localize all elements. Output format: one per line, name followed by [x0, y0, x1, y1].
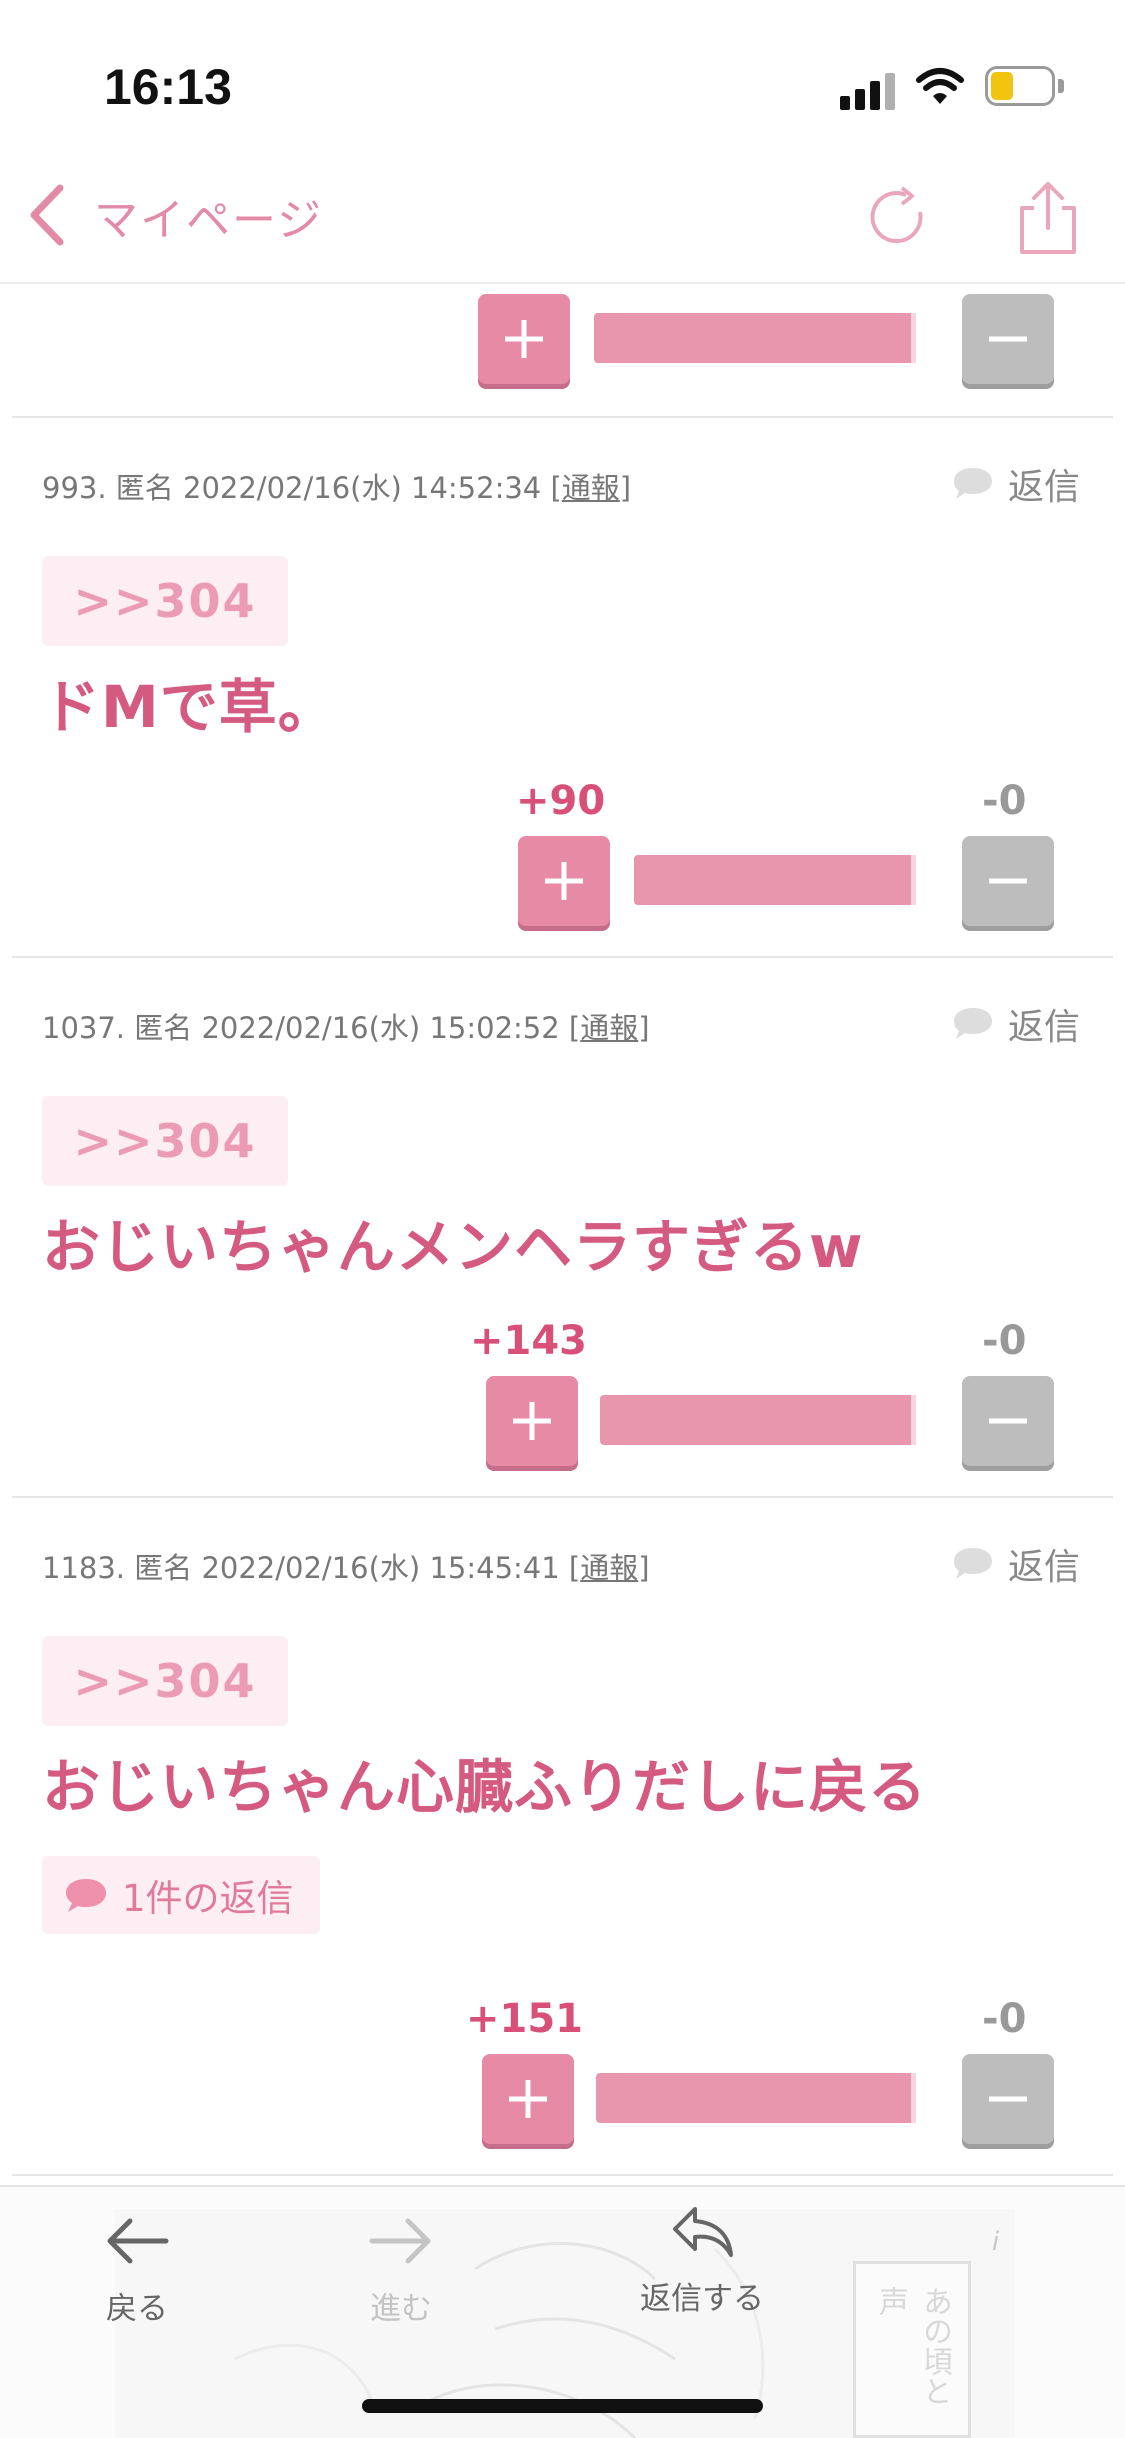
- minus-icon: [989, 878, 1027, 884]
- minus-count: -0: [982, 1318, 1027, 1364]
- anchor-link[interactable]: >>304: [42, 1096, 288, 1186]
- share-icon[interactable]: [1010, 178, 1086, 258]
- toolbar-reply-button[interactable]: 返信する: [640, 2201, 764, 2318]
- reply-label: 返信: [1007, 1547, 1080, 1588]
- nav-back-title[interactable]: マイページ: [94, 184, 323, 248]
- minus-icon: [989, 336, 1027, 342]
- post-meta-suffix: ]: [638, 1011, 650, 1045]
- plus-button[interactable]: [478, 294, 570, 384]
- minus-button[interactable]: [962, 2054, 1054, 2144]
- minus-icon: [989, 2096, 1027, 2102]
- report-link[interactable]: 通報: [580, 1551, 638, 1585]
- minus-button[interactable]: [962, 1376, 1054, 1466]
- plus-icon: [505, 320, 543, 358]
- wifi-icon: [916, 68, 964, 104]
- vote-row-previous: [478, 294, 1054, 386]
- post-meta-suffix: ]: [638, 1551, 650, 1585]
- post-meta: 993. 匿名 2022/02/16(水) 14:52:34 [通報]: [42, 465, 631, 507]
- divider: [12, 2174, 1113, 2176]
- reload-icon[interactable]: [862, 182, 934, 254]
- post-body: ドMで草。: [42, 673, 337, 741]
- vote-row: [518, 836, 1054, 928]
- speech-bubble-icon: [953, 1548, 992, 1579]
- plus-count: +90: [516, 778, 606, 824]
- reply-label: 返信: [1007, 1007, 1080, 1048]
- status-time: 16:13: [104, 59, 232, 115]
- reply-link[interactable]: 返信: [952, 1538, 1080, 1590]
- minus-button[interactable]: [962, 836, 1054, 926]
- plus-icon: [513, 1402, 551, 1440]
- speech-bubble-icon: [953, 468, 992, 499]
- post-body: おじいちゃん心臓ふりだしに戻る: [42, 1753, 928, 1821]
- vote-row: [482, 2054, 1054, 2146]
- ad-info-icon[interactable]: i: [992, 2227, 999, 2257]
- plus-button[interactable]: [482, 2054, 574, 2144]
- speech-bubble-icon: [66, 1879, 106, 1912]
- vote-ratio-bar: [600, 1395, 916, 1445]
- home-indicator: [362, 2399, 763, 2413]
- back-chevron-icon[interactable]: [22, 180, 72, 250]
- plus-button[interactable]: [518, 836, 610, 926]
- plus-count: +143: [470, 1318, 588, 1364]
- toolbar-back-button[interactable]: 戻る: [102, 2211, 172, 2328]
- reply-arrow-icon: [673, 2207, 733, 2257]
- nav-divider: [0, 282, 1125, 284]
- divider: [12, 1496, 1113, 1498]
- anchor-link[interactable]: >>304: [42, 1636, 288, 1726]
- post-meta-prefix: 1183. 匿名 2022/02/16(水) 15:45:41 [: [42, 1551, 581, 1585]
- reply-label: 返信: [1007, 467, 1080, 508]
- plus-icon: [545, 862, 583, 900]
- plus-icon: [509, 2080, 547, 2118]
- battery-icon: [985, 66, 1067, 108]
- divider: [12, 956, 1113, 958]
- report-link[interactable]: 通報: [562, 471, 620, 505]
- reply-link[interactable]: 返信: [952, 458, 1080, 510]
- minus-icon: [989, 1418, 1027, 1424]
- toolbar-forward-label: 進む: [370, 2291, 432, 2327]
- plus-count: +151: [466, 1996, 584, 2042]
- vote-ratio-bar: [596, 2073, 916, 2123]
- ad-text: あの頃と声: [853, 2261, 971, 2438]
- arrow-left-icon: [107, 2218, 169, 2264]
- vote-ratio-bar: [634, 855, 916, 905]
- post-meta: 1183. 匿名 2022/02/16(水) 15:45:41 [通報]: [42, 1545, 650, 1587]
- post-meta-prefix: 993. 匿名 2022/02/16(水) 14:52:34 [: [42, 471, 562, 505]
- post-meta-prefix: 1037. 匿名 2022/02/16(水) 15:02:52 [: [42, 1011, 581, 1045]
- minus-count: -0: [982, 778, 1027, 824]
- toolbar-reply-label: 返信する: [640, 2281, 764, 2317]
- report-link[interactable]: 通報: [580, 1011, 638, 1045]
- anchor-link[interactable]: >>304: [42, 556, 288, 646]
- post-meta-suffix: ]: [619, 471, 632, 505]
- reply-count-button[interactable]: 1件の返信: [42, 1856, 320, 1934]
- reply-link[interactable]: 返信: [952, 998, 1080, 1050]
- reply-count-label: 1件の返信: [122, 1877, 294, 1920]
- minus-count: -0: [982, 1996, 1027, 2042]
- cellular-signal-icon: [840, 70, 900, 110]
- post-meta: 1037. 匿名 2022/02/16(水) 15:02:52 [通報]: [42, 1005, 650, 1047]
- speech-bubble-icon: [953, 1008, 992, 1039]
- arrow-right-icon: [369, 2218, 431, 2264]
- minus-button[interactable]: [962, 294, 1054, 384]
- divider: [12, 416, 1113, 418]
- vote-ratio-bar: [594, 313, 916, 363]
- toolbar-back-label: 戻る: [106, 2291, 168, 2327]
- vote-row: [486, 1376, 1054, 1468]
- plus-button[interactable]: [486, 1376, 578, 1466]
- post-body: おじいちゃんメンヘラすぎるw: [42, 1213, 864, 1281]
- toolbar-forward-button[interactable]: 進む: [366, 2211, 436, 2328]
